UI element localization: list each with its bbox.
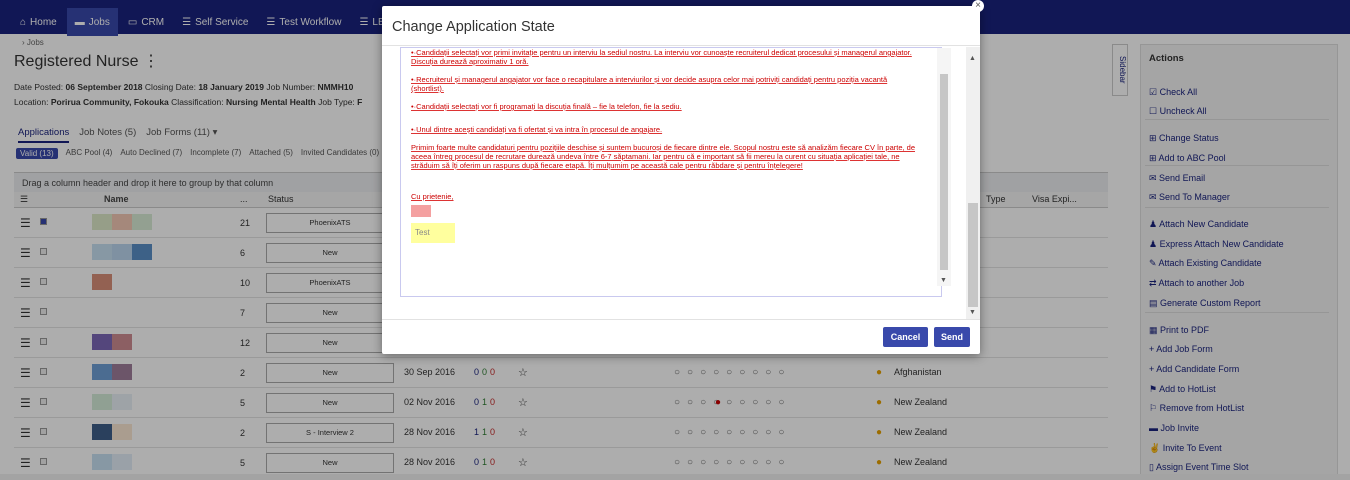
modal-scrollbar[interactable]: ▲ ▼	[966, 47, 980, 319]
scroll-up-arrow-icon[interactable]: ▲	[969, 55, 976, 62]
change-state-modal: Change Application State •·Candidații se…	[382, 6, 980, 354]
modal-footer: Cancel Send	[382, 319, 980, 354]
send-button[interactable]: Send	[934, 327, 970, 347]
editor-scroll-thumb[interactable]	[940, 74, 948, 270]
highlighted-placeholder	[411, 205, 431, 217]
modal-title: Change Application State	[382, 6, 980, 46]
editor-content[interactable]: •·Candidații selectați vor primi invitaț…	[411, 48, 917, 286]
cancel-button[interactable]: Cancel	[883, 327, 928, 347]
paragraph-1: •·Candidații selectați vor primi invitaț…	[411, 48, 912, 66]
paragraph-3: •·Candidații selectați vor fi programați…	[411, 102, 682, 111]
close-icon[interactable]: ×	[972, 0, 984, 12]
paragraph-4: •·Unul dintre acești candidați va fi ofe…	[411, 125, 663, 134]
signoff: Cu prietenie,	[411, 192, 454, 201]
editor-scrollbar[interactable]: ▼	[937, 48, 951, 286]
modal-body: •·Candidații selectați vor primi invitaț…	[382, 47, 980, 319]
scroll-down-arrow-icon[interactable]: ▼	[940, 277, 947, 284]
paragraph-2: •·Recruiterul și managerul angajator vor…	[411, 75, 888, 93]
test-placeholder: Test	[411, 223, 455, 243]
email-editor[interactable]: •·Candidații selectați vor primi invitaț…	[400, 47, 951, 297]
paragraph-5: Primim foarte multe candidaturi pentru p…	[411, 143, 916, 170]
scroll-down-arrow-icon[interactable]: ▼	[969, 309, 976, 316]
modal-scroll-thumb[interactable]	[968, 203, 978, 307]
